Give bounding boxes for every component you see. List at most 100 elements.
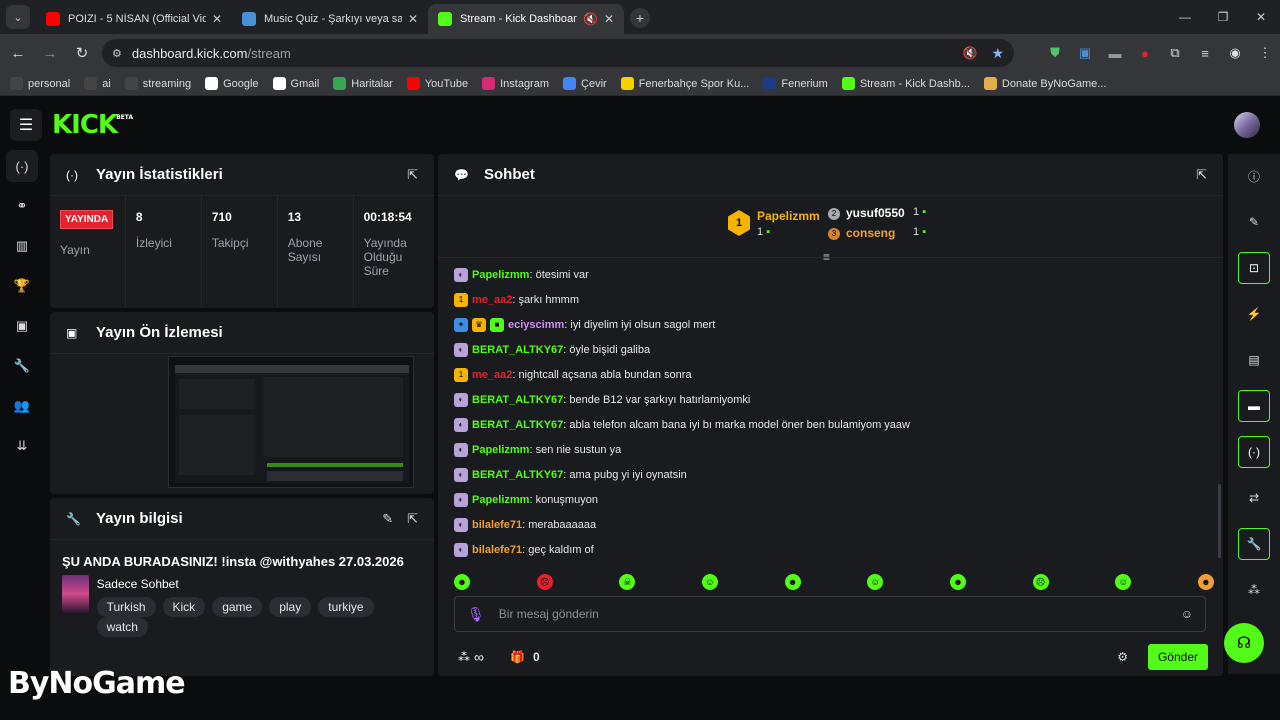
lightning-icon[interactable]: ⚡ [1238,298,1270,330]
support-headset-icon[interactable]: ☊ [1224,623,1264,663]
broadcast-toggle-icon[interactable]: (·) [1238,436,1270,468]
emote-icon[interactable]: ☺ [867,574,884,590]
close-icon[interactable]: ✕ [604,12,614,26]
maximize-icon[interactable]: ❐ [1204,10,1242,24]
kicks-icon[interactable]: ⁂ [458,650,470,664]
puzzle-icon[interactable]: ⧉ [1160,45,1190,61]
stream-nav-icon[interactable]: (·) [6,150,38,182]
bookmark-item[interactable]: Fenerbahçe Spor Ku... [620,77,749,90]
share-icon[interactable]: ⁂ [1238,574,1270,606]
menu-icon[interactable]: ⋮ [1250,45,1280,61]
category-name[interactable]: Sadece Sohbet [97,577,422,591]
tab-kick-dashboard[interactable]: Stream - Kick Dashboard 🔇 ✕ [428,4,624,34]
analytics-nav-icon[interactable]: ▥ [6,230,38,262]
bookmark-item[interactable]: Instagram [482,77,549,90]
info-icon[interactable]: ⓘ [1238,160,1270,192]
screenshot-icon[interactable]: ⊡ [1238,252,1270,284]
trophy-nav-icon[interactable]: 🏆 [6,270,38,302]
bookmark-item[interactable]: Google [205,77,259,90]
chat-username[interactable]: eciyscimm [508,319,564,331]
bookmark-item[interactable]: Çevir [563,77,607,90]
tag-chip[interactable]: Turkish [96,597,156,617]
microphone-icon[interactable]: 🎙 [467,606,485,623]
site-info-icon[interactable]: ⚙ [112,47,122,60]
chat-username[interactable]: Papelizmm [472,444,529,456]
bookmark-star-icon[interactable]: ★ [991,45,1004,62]
chat-username[interactable]: BERAT_ALTKY67 [472,469,563,481]
videos-nav-icon[interactable]: ▣ [6,310,38,342]
forward-icon[interactable]: → [36,45,64,62]
notes-icon[interactable]: ▤ [1238,344,1270,376]
emoji-picker-icon[interactable]: ☺ [1181,607,1193,621]
chat-username[interactable]: Papelizmm [472,269,529,281]
edit-icon[interactable]: ✎ [382,511,393,527]
tab-music-quiz[interactable]: Music Quiz - Şarkıyı veya sanatçı ✕ [232,4,428,34]
bookmark-item[interactable]: Gmail [272,77,319,90]
extension-icon[interactable]: ▬ [1100,46,1130,61]
hamburger-menu-icon[interactable]: ☰ [10,109,42,141]
mute-icon[interactable]: 🔇 [583,12,598,26]
bookmark-item[interactable]: Fenerium [763,77,828,90]
chat-toggle-icon[interactable]: ▬ [1238,390,1270,422]
bookmark-item[interactable]: streaming [124,77,191,90]
popout-icon[interactable]: ⇱ [407,511,418,527]
chat-settings-icon[interactable]: ⚙ [1117,650,1128,664]
bookmark-item[interactable]: YouTube [406,77,468,90]
emote-icon[interactable]: ☺ [701,574,718,590]
new-tab-button[interactable]: + [630,8,650,28]
chat-username[interactable]: bilalefe71 [472,519,522,531]
bookmark-item[interactable]: Haritalar [333,77,393,90]
tag-chip[interactable]: game [212,597,263,617]
camera-switch-icon[interactable]: ⇄ [1238,482,1270,514]
chat-username[interactable]: Papelizmm [472,494,529,506]
bookmark-item[interactable]: ai [84,77,111,90]
community-nav-icon[interactable]: 👥 [6,390,38,422]
tab-search-icon[interactable]: ⌄ [6,5,30,29]
chat-username[interactable]: bilalefe71 [472,544,522,556]
emote-icon[interactable]: ☹ [1032,574,1049,590]
tools-nav-icon[interactable]: 🔧 [6,350,38,382]
emote-icon[interactable]: ☻ [1197,574,1214,590]
links-nav-icon[interactable]: ⚭ [6,190,38,222]
emote-icon[interactable]: ☻ [949,574,966,590]
kick-logo[interactable]: KICK BETA [52,110,133,140]
user-avatar[interactable] [1234,112,1260,138]
close-icon[interactable]: ✕ [408,12,418,26]
shield-extension-icon[interactable]: ⛊ [1040,45,1070,61]
chat-username[interactable]: me_aa2 [472,369,512,381]
tag-chip[interactable]: Kick [162,597,206,617]
minimize-icon[interactable]: — [1166,10,1204,24]
tag-chip[interactable]: watch [96,617,148,637]
close-icon[interactable]: ✕ [212,12,222,26]
send-button[interactable]: Gönder [1147,644,1208,670]
popout-icon[interactable]: ⇱ [1196,167,1207,183]
popout-icon[interactable]: ⇱ [407,167,418,183]
bookmark-item[interactable]: Donate ByNoGame... [983,77,1106,90]
tag-chip[interactable]: turkiye [318,597,374,617]
close-window-icon[interactable]: ✕ [1242,10,1280,24]
emote-icon[interactable]: ☻ [784,574,801,590]
emote-icon[interactable]: ☹ [536,574,553,590]
back-icon[interactable]: ← [4,45,32,62]
bookmark-item[interactable]: personal [10,77,70,90]
chat-username[interactable]: BERAT_ALTKY67 [472,419,563,431]
chat-username[interactable]: BERAT_ALTKY67 [472,394,563,406]
bookmark-item[interactable]: Stream - Kick Dashb... [841,77,970,90]
gift-shop-icon[interactable]: 🎁 [510,650,525,664]
wrench-toggle-icon[interactable]: 🔧 [1238,528,1270,560]
tab-youtube[interactable]: POIZI - 5 NİSAN (Official Video) ✕ [36,4,232,34]
profile-icon[interactable]: ◉ [1220,45,1250,61]
emote-icon[interactable]: ☻ [454,574,470,590]
address-bar[interactable]: ⚙ dashboard.kick.com/stream 🔇 ★ [102,39,1014,67]
chat-username[interactable]: me_aa2 [472,294,512,306]
edit-icon[interactable]: ✎ [1238,206,1270,238]
record-extension-icon[interactable]: ● [1130,46,1160,61]
muted-icon[interactable]: 🔇 [962,46,977,60]
chat-username[interactable]: BERAT_ALTKY67 [472,344,563,356]
translate-extension-icon[interactable]: ▣ [1070,45,1100,61]
chat-message-input[interactable]: 🎙 Bir mesaj gönderin ☺ [454,596,1206,632]
emote-icon[interactable]: ☺ [1115,574,1132,590]
emote-icon[interactable]: ☠ [619,574,636,590]
payouts-nav-icon[interactable]: ⇊ [6,430,38,462]
media-icon[interactable]: ≡ [1190,46,1220,61]
